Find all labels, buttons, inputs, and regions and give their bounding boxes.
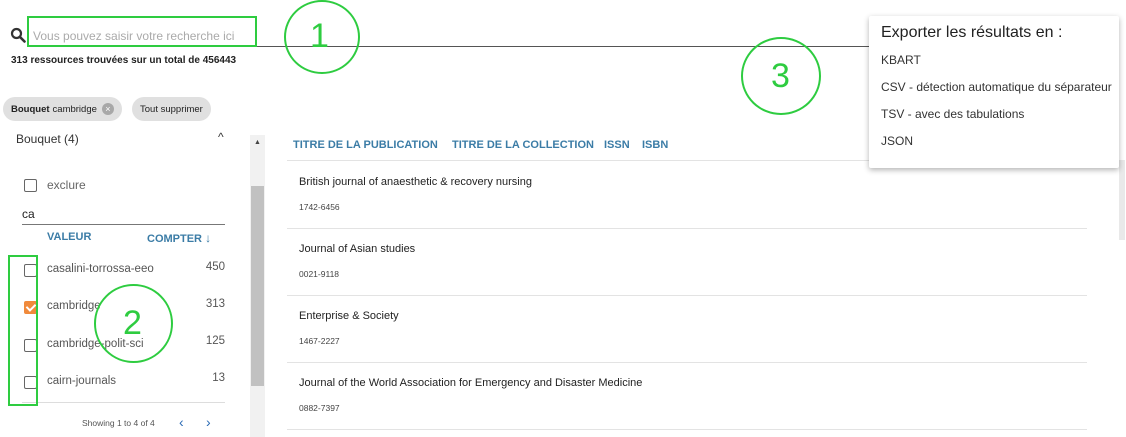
result-count: 313 ressources trouvées sur un total de … xyxy=(11,55,237,66)
result-title[interactable]: British journal of anaesthetic & recover… xyxy=(299,176,532,188)
facet-item-label: cairn-journals xyxy=(47,375,117,387)
annotation-number-3: 3 xyxy=(771,57,790,95)
result-issn: 1742-6456 xyxy=(299,202,340,212)
facet-divider xyxy=(22,402,225,403)
chip-key: Bouquet xyxy=(11,103,50,115)
clear-all-button[interactable]: Tout supprimer xyxy=(132,97,211,121)
facet-filter-input[interactable] xyxy=(22,203,225,225)
result-title[interactable]: Journal of the World Association for Eme… xyxy=(299,377,642,389)
facet-item-count: 13 xyxy=(212,372,225,384)
scrollbar-thumb[interactable] xyxy=(251,186,264,386)
column-header-issn[interactable]: ISSN xyxy=(604,139,630,151)
result-issn: 1467-2227 xyxy=(299,336,340,346)
close-icon[interactable]: × xyxy=(101,103,114,115)
annotation-box-search xyxy=(27,16,257,47)
annotation-number-1: 1 xyxy=(310,17,329,55)
search-icon xyxy=(10,27,26,43)
export-menu-title: Exporter les résultats en : xyxy=(881,24,1063,41)
export-option-kbart[interactable]: KBART xyxy=(881,53,921,67)
annotation-box-checkboxes xyxy=(8,255,38,406)
result-issn: 0882-7397 xyxy=(299,403,340,413)
facet-item-count: 313 xyxy=(205,298,225,310)
row-divider xyxy=(287,429,1087,430)
column-header-count[interactable]: COMPTER ↓ xyxy=(147,231,211,245)
exclude-label: exclure xyxy=(47,178,86,192)
exclude-checkbox[interactable] xyxy=(24,179,37,192)
facet-item-count: 450 xyxy=(205,261,225,273)
row-divider xyxy=(287,228,1087,229)
result-title[interactable]: Journal of Asian studies xyxy=(299,243,415,255)
result-issn: 0021-9118 xyxy=(299,269,340,279)
pager-status: Showing 1 to 4 of 4 xyxy=(82,418,155,428)
row-divider xyxy=(287,295,1087,296)
export-option-csv[interactable]: CSV - détection automatique du séparateu… xyxy=(881,80,1112,94)
scroll-up-arrow[interactable]: ▲ xyxy=(250,135,265,149)
column-header-publication-title[interactable]: TITRE DE LA PUBLICATION xyxy=(293,139,438,151)
column-header-count-label: COMPTER xyxy=(147,233,202,245)
facet-item-count: 125 xyxy=(205,335,225,347)
column-header-value[interactable]: VALEUR xyxy=(47,231,91,243)
arrow-down-icon: ↓ xyxy=(205,231,212,245)
facet-item-label: cambridge xyxy=(47,300,101,312)
chevron-left-icon[interactable]: ‹ xyxy=(179,414,184,430)
clear-all-label: Tout supprimer xyxy=(140,103,203,115)
column-header-collection-title[interactable]: TITRE DE LA COLLECTION xyxy=(452,139,594,151)
export-option-json[interactable]: JSON xyxy=(881,134,913,148)
row-divider xyxy=(287,362,1087,363)
annotation-number-2: 2 xyxy=(123,304,142,342)
chevron-up-icon[interactable]: ^ xyxy=(218,130,224,144)
facet-title: Bouquet (4) xyxy=(16,132,79,146)
export-menu: Exporter les résultats en : KBART CSV - … xyxy=(869,16,1119,168)
page-scrollbar-thumb[interactable] xyxy=(1119,160,1125,240)
chip-value: cambridge xyxy=(52,103,97,115)
chevron-right-icon[interactable]: › xyxy=(206,414,211,430)
facet-item-label: casalini-torrossa-eeo xyxy=(47,263,154,275)
filter-chip-bouquet[interactable]: Bouquet cambridge × xyxy=(3,97,122,121)
result-title[interactable]: Enterprise & Society xyxy=(299,310,399,322)
column-header-isbn[interactable]: ISBN xyxy=(642,139,668,151)
export-option-tsv[interactable]: TSV - avec des tabulations xyxy=(881,107,1024,121)
